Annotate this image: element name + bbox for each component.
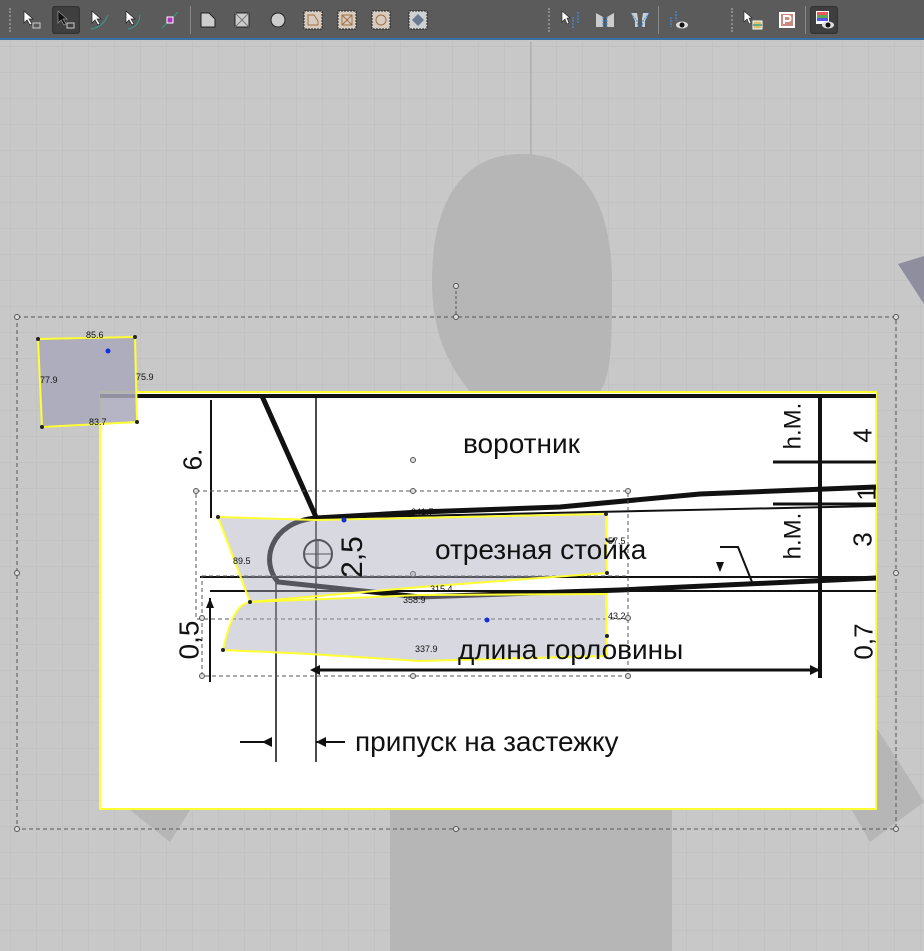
- edit-curvature-icon: [90, 10, 109, 30]
- show-sewing-icon: [670, 11, 688, 29]
- ref-dim-0-7: 0,7: [848, 623, 879, 660]
- measure-stand-right: 57.5: [608, 536, 626, 546]
- edit-curve-point-button[interactable]: [119, 6, 147, 34]
- ref-dim-2-5: 2,5: [335, 536, 369, 578]
- ref-hm-top: h.M.: [779, 402, 807, 450]
- show-texture-icon: [816, 11, 834, 29]
- ref-label-neck-length: длина горловины: [458, 634, 684, 665]
- free-sewing-button[interactable]: [626, 6, 654, 34]
- polygon-button[interactable]: [194, 6, 222, 34]
- ref-hm-mid: h.M.: [779, 512, 807, 560]
- measure-square-right: 75.9: [136, 372, 154, 382]
- pattern-overlay: [14, 283, 899, 832]
- edit-curvature-button[interactable]: [86, 6, 114, 34]
- toolbar: [0, 0, 924, 40]
- measure-square-bottom: 83.7: [89, 417, 107, 427]
- show-texture-button[interactable]: [810, 6, 838, 34]
- edit-curve-point-icon: [125, 10, 141, 30]
- pattern-2d-canvas[interactable]: воротник отрезная стойка длина горловины…: [0, 42, 924, 951]
- ref-label-allowance: припуск на застежку: [355, 726, 619, 757]
- internal-circle-icon: [371, 10, 391, 30]
- select-texture-button[interactable]: [738, 6, 766, 34]
- pattern-p-button[interactable]: [773, 6, 801, 34]
- measure-neckband-bottom: 337.9: [415, 644, 438, 654]
- edit-pattern-button[interactable]: [52, 6, 80, 34]
- internal-rectangle-icon: [337, 10, 357, 30]
- measure-square-top: 85.6: [86, 330, 104, 340]
- select-texture-icon: [743, 10, 763, 30]
- ref-dim-0-5: 0,5: [173, 620, 205, 660]
- polygon-icon: [200, 12, 216, 28]
- rectangle-icon: [234, 12, 250, 28]
- toolbar-separator: [805, 6, 806, 34]
- circle-icon: [270, 12, 286, 28]
- measure-stand-bottom: 315.4: [430, 584, 453, 594]
- dart-button[interactable]: [404, 6, 432, 34]
- measure-neckband-right: 43.2: [608, 611, 626, 621]
- measure-square-left: 77.9: [40, 375, 58, 385]
- transform-pattern-button[interactable]: [18, 6, 46, 34]
- toolbar-separator: [190, 6, 191, 34]
- measure-stand-left: 89.5: [233, 556, 251, 566]
- ref-dim-3: 3: [847, 532, 878, 547]
- free-sewing-icon: [630, 12, 650, 28]
- internal-circle-button[interactable]: [367, 6, 395, 34]
- dart-icon: [408, 10, 428, 30]
- measure-neckband-top: 358.9: [403, 595, 426, 605]
- edit-pattern-icon: [57, 10, 75, 29]
- edit-sewing-icon: [561, 10, 579, 29]
- add-point-button[interactable]: [156, 6, 184, 34]
- measure-stand-top: 341.7: [411, 507, 434, 517]
- ref-dim-4: 4: [847, 428, 878, 443]
- toolbar-grip[interactable]: [9, 8, 12, 32]
- pattern-p-icon: [779, 12, 795, 28]
- edit-sewing-button[interactable]: [556, 6, 584, 34]
- rectangle-button[interactable]: [228, 6, 256, 34]
- circle-button[interactable]: [264, 6, 292, 34]
- transform-pattern-icon: [23, 10, 41, 29]
- toolbar-grip[interactable]: [731, 8, 734, 32]
- segment-sewing-icon: [596, 13, 614, 27]
- add-point-icon: [161, 11, 179, 29]
- ref-dim-1: 1: [851, 486, 882, 501]
- toolbar-separator: [658, 6, 659, 34]
- toolbar-grip[interactable]: [548, 8, 551, 32]
- segment-sewing-button[interactable]: [591, 6, 619, 34]
- show-sewing-button[interactable]: [664, 6, 692, 34]
- internal-polygon-icon: [303, 10, 323, 30]
- internal-rectangle-button[interactable]: [333, 6, 361, 34]
- ref-label-collar: воротник: [463, 428, 580, 459]
- ref-dim-6: 6.: [177, 448, 208, 471]
- internal-polygon-button[interactable]: [299, 6, 327, 34]
